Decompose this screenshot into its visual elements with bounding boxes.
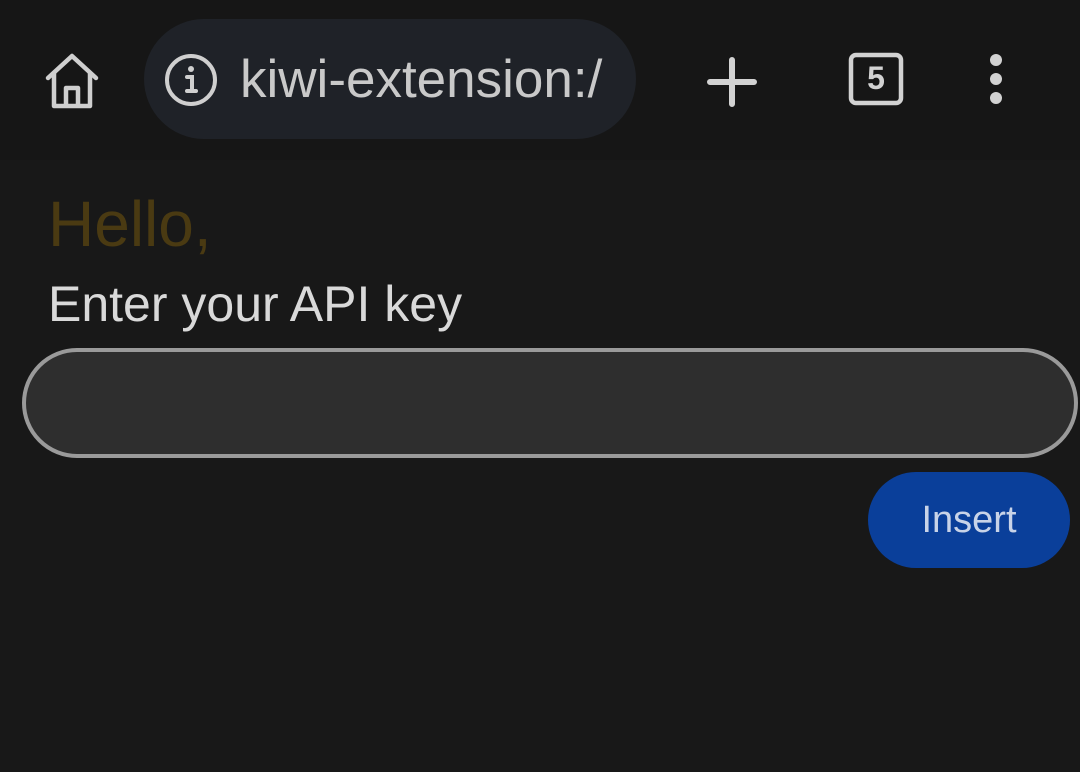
tab-count: 5 xyxy=(867,60,885,96)
api-key-label: Enter your API key xyxy=(48,276,463,332)
greeting-text: Hello, xyxy=(48,188,212,260)
home-icon xyxy=(45,53,99,109)
more-vert-icon xyxy=(990,54,1002,104)
url-text[interactable]: kiwi-extension:/ xyxy=(240,48,616,112)
plus-icon xyxy=(707,57,757,107)
new-tab-button[interactable] xyxy=(700,50,764,114)
insert-button[interactable]: Insert xyxy=(868,472,1070,568)
home-button[interactable] xyxy=(36,44,108,116)
api-key-input[interactable] xyxy=(22,348,1078,458)
browser-toolbar: kiwi-extension:/ 5 xyxy=(0,0,1080,160)
tab-switcher-button[interactable]: 5 xyxy=(848,52,904,106)
address-bar[interactable]: kiwi-extension:/ xyxy=(144,19,636,139)
menu-button[interactable] xyxy=(976,50,1016,110)
info-icon[interactable] xyxy=(164,53,218,107)
